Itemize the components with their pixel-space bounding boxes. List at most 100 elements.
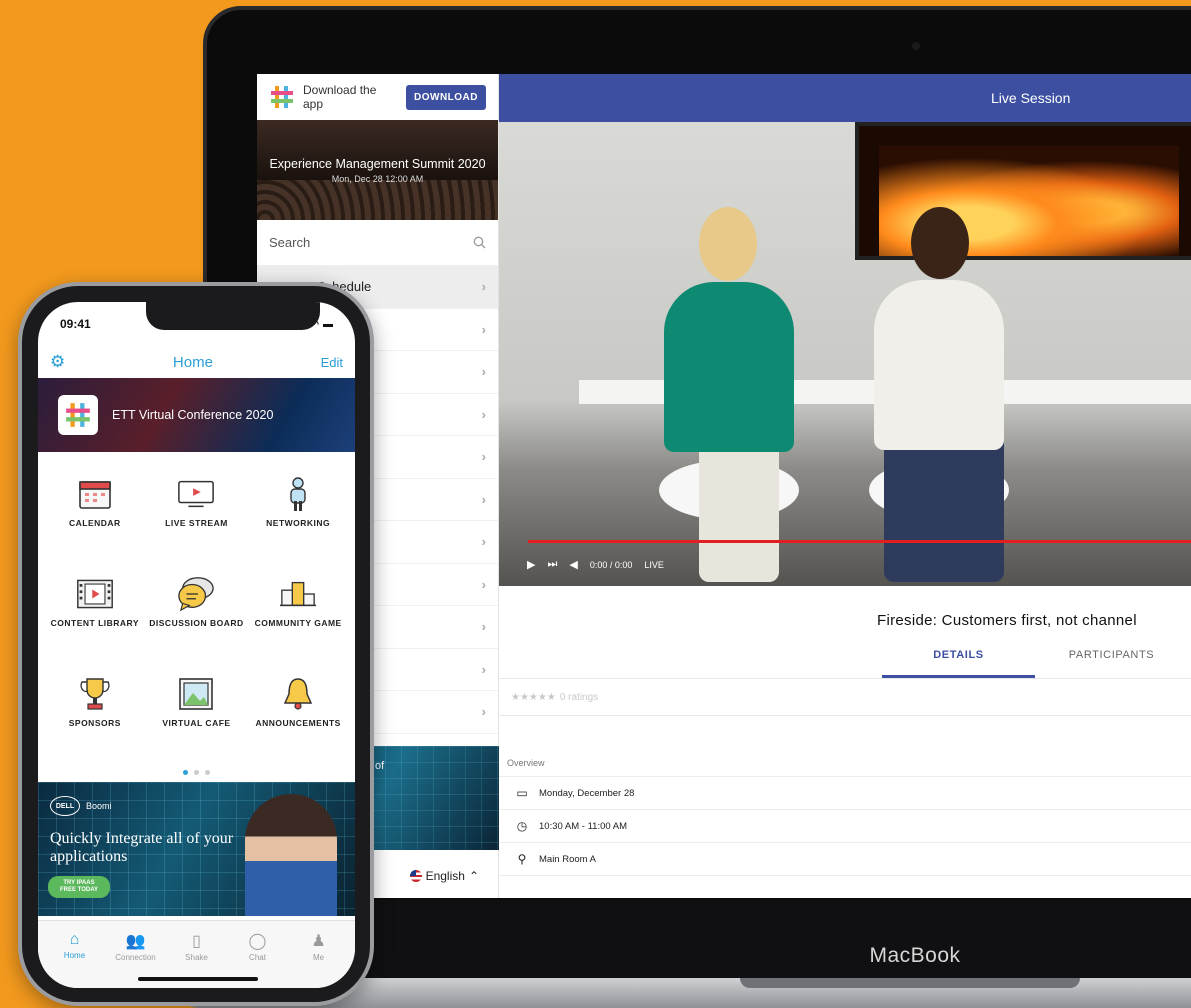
session-location: Main Room A	[539, 853, 597, 865]
calendar-icon: ▭	[516, 786, 528, 800]
play-icon[interactable]: ▶	[527, 558, 535, 571]
home-icon: ⌂	[69, 931, 80, 948]
grid-item-label: CALENDAR	[68, 518, 121, 528]
speaker-2-head	[911, 207, 969, 279]
video-player[interactable]: ▶ ⏭ ◀ 0:00 / 0:00 LIVE	[499, 122, 1191, 586]
session-tabs: DETAILS PARTICIPANTS	[499, 649, 1191, 678]
chevron-right-icon: ›	[481, 534, 486, 550]
person-icon: ♟	[311, 933, 326, 950]
speaker-1-head	[699, 207, 757, 281]
search-placeholder: Search	[269, 235, 311, 250]
star-rating-icon[interactable]: ★★★★★	[511, 692, 556, 703]
session-header: Live Session	[499, 74, 1191, 122]
skip-next-icon[interactable]: ⏭	[547, 558, 557, 571]
networking-icon	[279, 476, 317, 512]
content-library-icon	[76, 576, 114, 612]
tab-home[interactable]: ⌂ Home	[44, 931, 105, 988]
grid-item-label: LIVE STREAM	[165, 518, 228, 528]
ad-headline: Quickly Integrate all of your applicatio…	[50, 830, 234, 865]
download-text: Download the app	[303, 83, 377, 111]
people-icon: 👥	[125, 933, 146, 950]
gear-icon[interactable]: ⚙	[50, 352, 65, 372]
location-pin-icon: ⚲	[517, 852, 527, 866]
live-indicator: LIVE	[644, 559, 664, 570]
language-label: English	[425, 869, 465, 883]
feature-grid: CALENDAR LIVE STREAM NETWORKING CONTENT …	[38, 452, 355, 772]
tab-me[interactable]: ♟ Me	[288, 931, 349, 988]
grid-item-label: VIRTUAL CAFE	[162, 718, 231, 728]
page-indicator[interactable]	[38, 770, 355, 775]
video-progress-bar[interactable]	[528, 540, 1191, 543]
discussion-board-icon	[177, 576, 215, 612]
grid-item-content-library[interactable]: CONTENT LIBRARY	[44, 576, 146, 664]
tab-label: Me	[312, 953, 325, 962]
chevron-right-icon: ›	[481, 704, 486, 720]
bell-icon	[279, 676, 317, 712]
chevron-right-icon: ›	[481, 576, 486, 592]
grid-item-discussion-board[interactable]: DISCUSSION BOARD	[146, 576, 248, 664]
video-time: 0:00 / 0:00	[589, 559, 633, 570]
conference-logo	[58, 395, 98, 435]
chevron-right-icon: ›	[481, 279, 486, 295]
tab-label: Shake	[185, 953, 208, 962]
grid-item-live-stream[interactable]: LIVE STREAM	[146, 476, 248, 564]
ratings-count: 0 ratings	[559, 691, 599, 703]
page-dot-active[interactable]	[183, 770, 188, 775]
tab-participants[interactable]: PARTICIPANTS	[1035, 649, 1188, 678]
crowd-image	[257, 180, 498, 220]
tab-label: Chat	[249, 953, 266, 962]
event-title: Experience Management Summit 2020	[269, 156, 486, 171]
dell-boomi-logo: DELL Boomi	[50, 796, 112, 816]
speaker-2-legs	[884, 432, 1004, 582]
chevron-up-icon: ⌃	[468, 869, 479, 883]
grid-item-label: ANNOUNCEMENTS	[255, 718, 341, 728]
session-location-row: ⚲ Main Room A	[499, 843, 1191, 876]
chevron-right-icon: ›	[481, 406, 486, 422]
session-title: Fireside: Customers first, not channel	[877, 612, 1137, 629]
grid-item-community-game[interactable]: COMMUNITY GAME	[247, 576, 349, 664]
grid-item-networking[interactable]: NETWORKING	[247, 476, 349, 564]
session-panel: Live Session ▶ ⏭ ◀ 0:00 / 0:00 LIVE Fire…	[499, 74, 1191, 898]
grid-item-label: COMMUNITY GAME	[254, 618, 342, 628]
download-button[interactable]: DOWNLOAD	[406, 84, 486, 110]
overview-label: Overview	[499, 716, 1191, 777]
us-flag-icon	[409, 870, 422, 882]
grid-item-virtual-cafe[interactable]: VIRTUAL CAFE	[146, 676, 248, 764]
session-time-row: ◷ 10:30 AM - 11:00 AM	[499, 810, 1191, 843]
dell-logo: DELL	[50, 796, 80, 816]
phone-notch	[146, 302, 320, 330]
boomi-label: Boomi	[86, 801, 112, 811]
sidebar-ad-text: of	[375, 760, 385, 772]
home-indicator	[138, 977, 258, 981]
app-logo-icon	[271, 86, 293, 108]
volume-icon[interactable]: ◀	[569, 558, 577, 571]
phone-ad-banner[interactable]: DELL Boomi Quickly Integrate all of your…	[38, 782, 355, 916]
app-title: Home	[172, 353, 213, 371]
tab-label: Connection	[115, 953, 156, 962]
community-game-icon	[279, 576, 317, 612]
event-banner[interactable]: Experience Management Summit 2020 Mon, D…	[257, 120, 498, 220]
conference-banner[interactable]: ETT Virtual Conference 2020	[38, 378, 355, 452]
search-input[interactable]: Search	[257, 220, 498, 266]
speaker-1	[664, 282, 794, 452]
grid-item-label: NETWORKING	[266, 518, 331, 528]
session-time: 10:30 AM - 11:00 AM	[539, 820, 628, 832]
virtual-cafe-icon	[177, 676, 215, 712]
shake-icon: ▯	[192, 933, 201, 950]
tab-label: Home	[63, 951, 86, 960]
ad-cta-button[interactable]: TRY IPAAS FREE TODAY	[48, 876, 110, 899]
search-icon	[473, 236, 486, 249]
battery-icon: ▬	[323, 318, 333, 330]
session-date-row: ▭ Monday, December 28	[499, 777, 1191, 810]
grid-item-announcements[interactable]: ANNOUNCEMENTS	[247, 676, 349, 764]
app-header: ⚙ Home Edit	[38, 346, 355, 378]
edit-button[interactable]: Edit	[321, 355, 343, 370]
page-dot[interactable]	[194, 770, 199, 775]
chevron-right-icon: ›	[481, 661, 486, 677]
chevron-right-icon: ›	[481, 364, 486, 380]
tv-screen	[855, 122, 1191, 260]
grid-item-sponsors[interactable]: SPONSORS	[44, 676, 146, 764]
tab-details[interactable]: DETAILS	[882, 649, 1035, 678]
page-dot[interactable]	[205, 770, 210, 775]
grid-item-calendar[interactable]: CALENDAR	[44, 476, 146, 564]
